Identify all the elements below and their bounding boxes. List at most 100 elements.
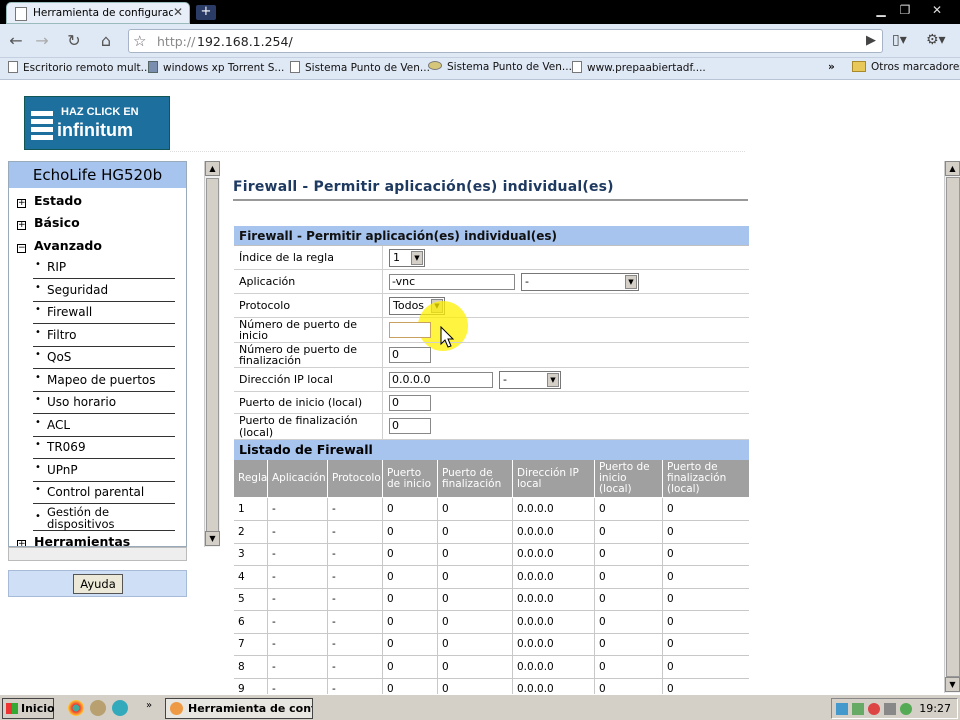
- start-port-input[interactable]: [389, 322, 431, 338]
- bookmark-item[interactable]: www.prepaabiertadf....: [572, 61, 706, 74]
- page-icon: [8, 61, 18, 73]
- reload-icon[interactable]: ↻: [64, 31, 84, 51]
- new-tab-button[interactable]: +: [196, 5, 216, 20]
- local-end-input[interactable]: 0: [389, 418, 431, 434]
- sidebar-item-qos[interactable]: • QoS: [33, 347, 175, 369]
- scroll-thumb[interactable]: [206, 178, 219, 538]
- go-icon[interactable]: ▶: [866, 33, 876, 48]
- table-cell: -: [328, 655, 383, 678]
- local-start-input[interactable]: 0: [389, 395, 431, 411]
- table-cell: 0: [383, 543, 438, 565]
- local-start-label: Puerto de inicio (local): [234, 392, 383, 413]
- tray-icon[interactable]: [836, 703, 848, 715]
- bookmark-item[interactable]: Escritorio remoto mult...: [8, 61, 151, 74]
- taskbar: Inicio » Herramienta de confi... 19:27: [0, 694, 960, 720]
- other-bookmarks[interactable]: Otros marcadores: [852, 61, 960, 73]
- local-ip-select[interactable]: - ▼: [499, 371, 561, 389]
- home-icon[interactable]: ⌂: [96, 31, 116, 51]
- minimize-icon[interactable]: ▁: [870, 2, 892, 18]
- browser-tab[interactable]: Herramienta de configuraci... ✕: [6, 2, 190, 24]
- table-row: 7- -0 0 0.0.0.0 0 0: [234, 633, 749, 656]
- tray-icon[interactable]: [900, 703, 912, 715]
- sidebar-section-herramientas[interactable]: + Herramientas: [17, 534, 130, 546]
- device-title: EchoLife HG520b: [9, 162, 186, 188]
- table-row: 2- -0 0 0.0.0.0 0 0: [234, 520, 749, 544]
- table-cell: 0: [383, 610, 438, 633]
- table-cell: 0.0.0.0: [513, 520, 595, 543]
- close-tab-icon[interactable]: ✕: [173, 5, 183, 19]
- rule-index-row: Índice de la regla 1 ▼: [234, 246, 749, 270]
- sidebar-scrollbar[interactable]: ▲ ▼: [204, 161, 220, 547]
- bookmark-star-icon[interactable]: ☆: [133, 32, 146, 50]
- sidebar-item-rip[interactable]: • RIP: [33, 257, 175, 279]
- infinitum-banner[interactable]: HAZ CLICK EN infinitum: [24, 96, 170, 150]
- table-cell: 0: [595, 655, 663, 678]
- table-cell: 2: [234, 520, 268, 543]
- banner-line1: HAZ CLICK EN: [61, 106, 139, 118]
- scroll-up-icon[interactable]: ▲: [205, 161, 220, 176]
- local-ip-label: Dirección IP local: [234, 368, 383, 391]
- scroll-thumb[interactable]: [946, 177, 960, 677]
- restore-icon[interactable]: ❐: [894, 2, 916, 18]
- table-cell: 3: [234, 543, 268, 565]
- scroll-down-icon[interactable]: ▼: [205, 531, 220, 546]
- dropdown-arrow-icon: ▼: [411, 251, 423, 265]
- page-menu-icon[interactable]: ▯▾: [892, 32, 907, 48]
- table-cell: 0: [595, 498, 663, 520]
- sidebar-section-avanzado[interactable]: − Avanzado: [17, 238, 102, 253]
- page-icon: [15, 7, 27, 21]
- tray-icon[interactable]: [852, 703, 864, 715]
- application-input[interactable]: -vnc: [389, 274, 515, 290]
- end-port-input[interactable]: 0: [389, 347, 431, 363]
- chrome-icon[interactable]: [68, 700, 84, 716]
- sidebar-horizontal-scrollbar[interactable]: [8, 547, 187, 561]
- scroll-up-icon[interactable]: ▲: [945, 161, 960, 176]
- messenger-icon[interactable]: [112, 700, 128, 716]
- sidebar-item-filtro[interactable]: • Filtro: [33, 325, 175, 347]
- table-cell: 0: [438, 498, 513, 520]
- column-header: Protocolo: [328, 460, 383, 497]
- form-header: Firewall - Permitir aplicación(es) indiv…: [234, 226, 749, 246]
- quicklaunch-icon[interactable]: [90, 700, 106, 716]
- wrench-icon[interactable]: ⚙▾: [926, 32, 946, 48]
- back-icon[interactable]: ←: [6, 31, 26, 51]
- bookmark-item[interactable]: Sistema Punto de Ven...: [428, 61, 572, 73]
- quicklaunch-overflow-icon[interactable]: »: [146, 700, 152, 711]
- close-window-icon[interactable]: ✕: [926, 2, 948, 18]
- rule-index-select[interactable]: 1 ▼: [389, 249, 425, 267]
- sidebar-item-gestion-dispositivos[interactable]: • Gestión de dispositivos: [33, 506, 175, 531]
- scroll-down-icon[interactable]: ▼: [945, 677, 960, 692]
- table-cell: 0: [383, 565, 438, 588]
- sidebar-item-acl[interactable]: • ACL: [33, 415, 175, 437]
- sidebar-item-uso-horario[interactable]: • Uso horario: [33, 392, 175, 414]
- table-cell: 0.0.0.0: [513, 610, 595, 633]
- sidebar-item-firewall[interactable]: • Firewall: [33, 302, 175, 324]
- sidebar-item-upnp[interactable]: • UPnP: [33, 460, 175, 482]
- browser-toolbar: ← → ↻ ⌂ ☆ http:// 192.168.1.254/ ▶ ▯▾ ⚙▾: [0, 24, 960, 58]
- sidebar-section-basico[interactable]: + Básico: [17, 215, 80, 230]
- application-select[interactable]: - ▼: [521, 273, 639, 291]
- sidebar-item-seguridad[interactable]: • Seguridad: [33, 280, 175, 302]
- sidebar-item-control-parental[interactable]: • Control parental: [33, 482, 175, 504]
- bookmark-item[interactable]: windows xp Torrent S...: [148, 61, 284, 74]
- start-port-row: Número de puerto de inicio: [234, 318, 749, 343]
- sidebar-item-mapeo-puertos[interactable]: • Mapeo de puertos: [33, 370, 175, 392]
- taskbar-window-button[interactable]: Herramienta de confi...: [165, 698, 313, 719]
- sidebar-section-estado[interactable]: + Estado: [17, 193, 82, 208]
- start-button[interactable]: Inicio: [2, 698, 55, 719]
- local-start-row: Puerto de inicio (local) 0: [234, 392, 749, 414]
- page-icon: [290, 61, 300, 73]
- sidebar-item-tr069[interactable]: • TR069: [33, 437, 175, 459]
- forward-icon[interactable]: →: [32, 31, 52, 51]
- help-button[interactable]: Ayuda: [73, 574, 123, 594]
- tray-icon[interactable]: [868, 703, 880, 715]
- firewall-list-columns: Regla Aplicación Protocolo Puerto de ini…: [234, 460, 749, 497]
- address-bar[interactable]: ☆ http:// 192.168.1.254/ ▶: [128, 29, 883, 53]
- table-row: 3- -0 0 0.0.0.0 0 0: [234, 543, 749, 566]
- bookmarks-overflow-icon[interactable]: »: [828, 61, 835, 73]
- tray-icon[interactable]: [884, 703, 896, 715]
- table-cell: -: [328, 520, 383, 543]
- local-ip-input[interactable]: 0.0.0.0: [389, 372, 493, 388]
- bookmark-item[interactable]: Sistema Punto de Ven...: [290, 61, 430, 74]
- page-scrollbar[interactable]: ▲ ▼: [944, 161, 960, 693]
